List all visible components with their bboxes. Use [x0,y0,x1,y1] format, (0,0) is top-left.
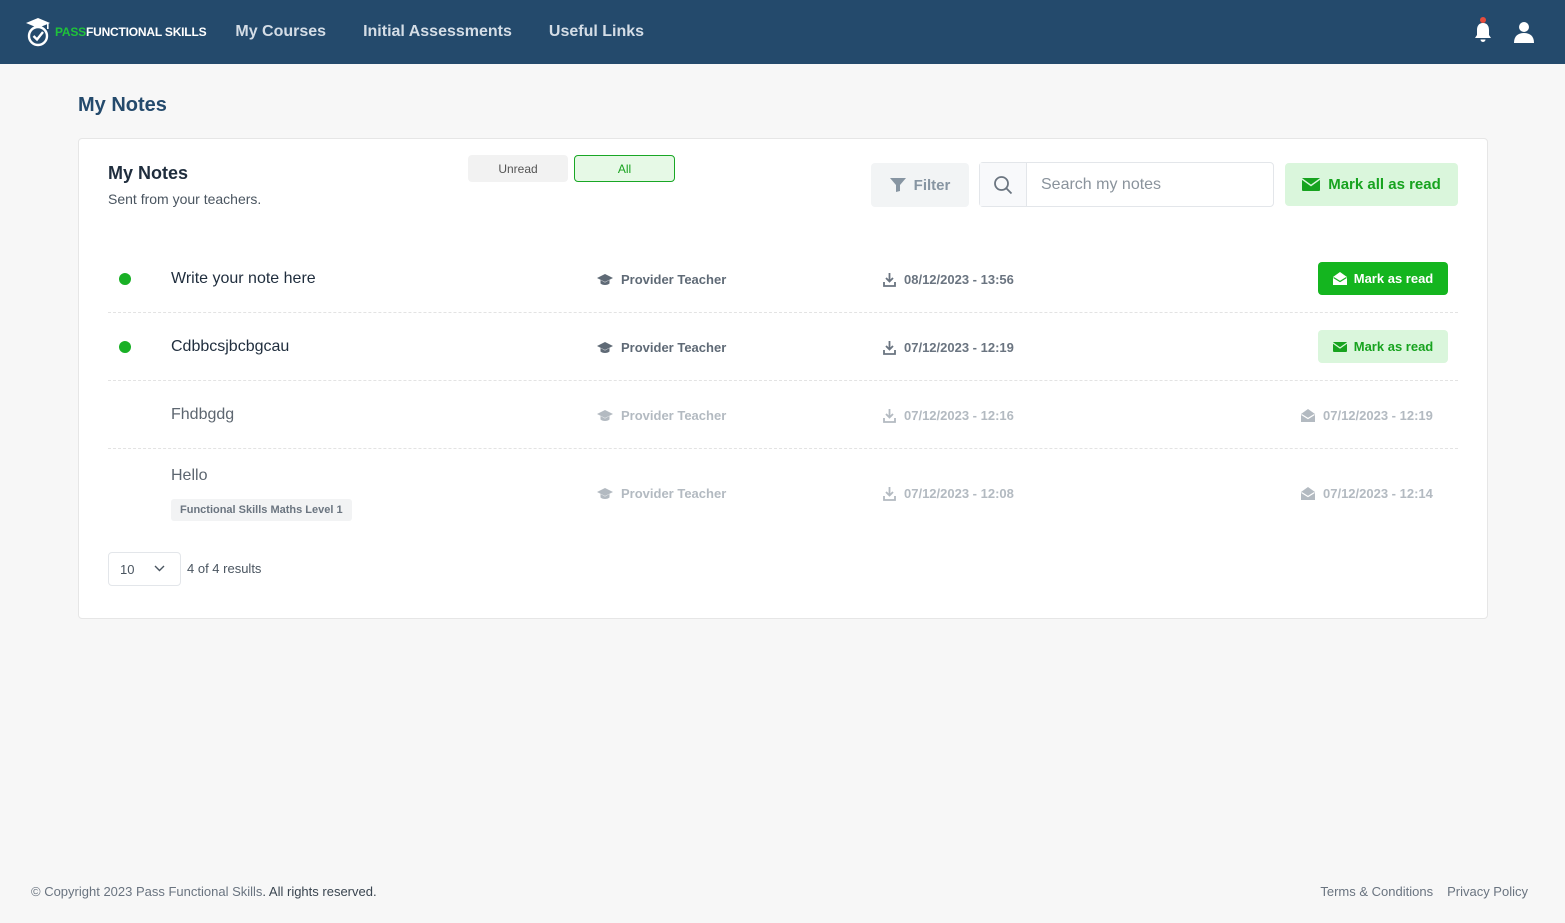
envelope-open-icon [1301,409,1315,422]
footer-copyright: © Copyright 2023 Pass Functional Skills.… [31,884,377,899]
filter-label: Filter [913,176,951,194]
mark-as-read-label: Mark as read [1353,271,1434,286]
graduation-cap-icon [597,409,613,421]
note-teacher: Provider Teacher [597,408,726,423]
note-teacher: Provider Teacher [597,486,726,501]
notes-card: My Notes Sent from your teachers. Unread… [78,138,1488,619]
envelope-open-icon [1301,487,1315,500]
note-teacher: Provider Teacher [597,272,726,287]
download-icon [883,340,896,355]
top-navbar: PASSFUNCTIONAL SKILLS My Courses Initial… [0,0,1565,64]
envelope-icon [1302,178,1321,191]
brand-pass: PASS [55,25,86,39]
course-tag: Functional Skills Maths Level 1 [171,499,352,521]
page-title: My Notes [78,94,167,116]
nav-initial-assessments[interactable]: Initial Assessments [363,23,512,41]
brand-logo[interactable]: PASSFUNCTIONAL SKILLS [25,16,207,48]
per-page-select[interactable]: 10 [108,552,181,586]
read-date-text: 07/12/2023 - 12:14 [1323,486,1433,501]
chevron-down-icon [154,565,165,572]
terms-link[interactable]: Terms & Conditions [1320,884,1433,899]
mark-as-read-button[interactable]: Mark as read [1318,262,1448,295]
brand-name: PASSFUNCTIONAL SKILLS [55,25,207,39]
notifications-button[interactable] [1472,17,1494,44]
note-sent-date: 07/12/2023 - 12:08 [883,486,1014,501]
download-icon [883,272,896,287]
note-sent-date: 07/12/2023 - 12:16 [883,408,1014,423]
card-subtitle: Sent from your teachers. [108,191,262,207]
footer-links: Terms & Conditions Privacy Policy [1306,884,1528,899]
per-page-value: 10 [120,561,135,577]
copyright-text: © Copyright 2023 Pass Functional Skills [31,884,263,899]
graduation-cap-icon [597,273,613,285]
teacher-name: Provider Teacher [621,340,727,355]
rights-text: . All rights reserved. [262,884,377,899]
note-text: Fhdbgdg [171,406,235,423]
note-row[interactable]: Hello Functional Skills Maths Level 1 Pr… [108,449,1458,529]
sent-date-text: 07/12/2023 - 12:08 [904,486,1014,501]
note-read-date: 07/12/2023 - 12:14 [1301,486,1433,501]
card-title: My Notes [108,163,189,183]
sent-date-text: 08/12/2023 - 13:56 [904,272,1014,287]
nav-actions [1472,0,1535,64]
notification-badge [1480,17,1486,23]
teacher-name: Provider Teacher [621,272,727,287]
mark-all-label: Mark all as read [1328,176,1441,193]
envelope-open-icon [1332,272,1347,285]
download-icon [883,486,896,501]
filter-button[interactable]: Filter [871,163,969,207]
nav-my-courses[interactable]: My Courses [235,23,326,41]
note-row[interactable]: Fhdbgdg Provider Teacher 07/12/2023 - 12… [108,381,1458,449]
note-row[interactable]: Cdbbcsjbcbgcau Provider Teacher 07/12/20… [108,313,1458,381]
graduation-cap-icon [597,487,613,499]
note-text: Cdbbcsjbcbgcau [171,338,290,355]
download-icon [883,408,896,423]
teacher-name: Provider Teacher [621,408,727,423]
main-nav: My Courses Initial Assessments Useful Li… [235,23,681,41]
tab-unread[interactable]: Unread [468,155,568,182]
mark-as-read-label: Mark as read [1353,339,1434,354]
privacy-link[interactable]: Privacy Policy [1447,884,1528,899]
nav-useful-links[interactable]: Useful Links [549,23,644,41]
search-icon-container [980,163,1027,206]
filter-icon [889,178,906,192]
note-sent-date: 08/12/2023 - 13:56 [883,272,1014,287]
sent-date-text: 07/12/2023 - 12:16 [904,408,1014,423]
mark-as-read-button[interactable]: Mark as read [1318,330,1448,363]
note-text: Write your note here [171,270,316,287]
note-teacher: Provider Teacher [597,340,726,355]
mark-all-as-read-button[interactable]: Mark all as read [1285,163,1458,206]
note-text: Hello [171,467,208,484]
logo-icon [26,18,50,47]
read-date-text: 07/12/2023 - 12:19 [1323,408,1433,423]
sent-date-text: 07/12/2023 - 12:19 [904,340,1014,355]
unread-indicator [119,273,131,285]
brand-functional-skills: FUNCTIONAL SKILLS [86,25,207,39]
unread-indicator [119,341,131,353]
search-icon [994,175,1013,194]
teacher-name: Provider Teacher [621,486,727,501]
search-input[interactable] [1027,163,1273,206]
tab-all[interactable]: All [574,155,675,182]
search-box [979,162,1274,207]
note-read-date: 07/12/2023 - 12:19 [1301,408,1433,423]
graduation-cap-icon [597,341,613,353]
user-icon[interactable] [1513,20,1535,44]
note-sent-date: 07/12/2023 - 12:19 [883,340,1014,355]
results-count: 4 of 4 results [187,561,262,576]
envelope-icon [1332,341,1347,352]
bell-icon [1475,23,1491,42]
note-row[interactable]: Write your note here Provider Teacher 08… [108,245,1458,313]
